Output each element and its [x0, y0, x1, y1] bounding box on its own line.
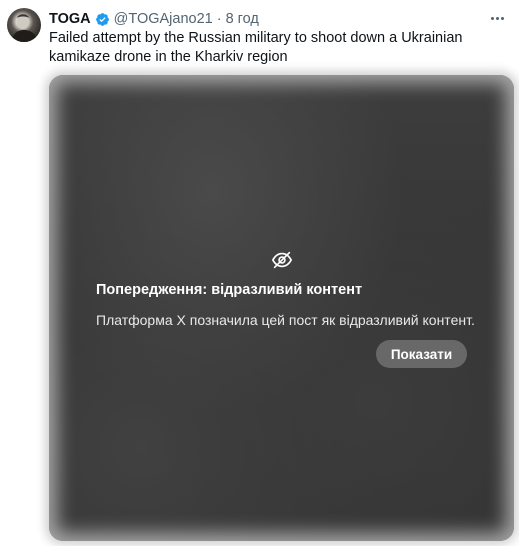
avatar[interactable]	[7, 8, 41, 42]
tweet-timestamp[interactable]: 8 год	[226, 11, 259, 27]
more-options-icon[interactable]	[487, 10, 507, 26]
tweet-header: TOGA @TOGAjano21 · 8 год	[49, 9, 259, 29]
show-button[interactable]: Показати	[376, 340, 467, 368]
warning-description: Платформа X позначила цей пост як відраз…	[96, 312, 475, 328]
warning-title: Попередження: відразливий контент	[96, 282, 363, 298]
verified-badge-icon	[95, 12, 110, 27]
author-handle[interactable]: @TOGAjano21	[114, 11, 213, 27]
separator-dot: ·	[216, 11, 222, 27]
tweet: TOGA @TOGAjano21 · 8 год Failed attempt …	[0, 0, 519, 546]
tweet-text: Failed attempt by the Russian military t…	[49, 30, 463, 65]
sensitive-media[interactable]: Попередження: відразливий контент Платфо…	[49, 75, 514, 541]
eye-off-icon	[271, 251, 293, 269]
author-name[interactable]: TOGA	[49, 11, 91, 27]
